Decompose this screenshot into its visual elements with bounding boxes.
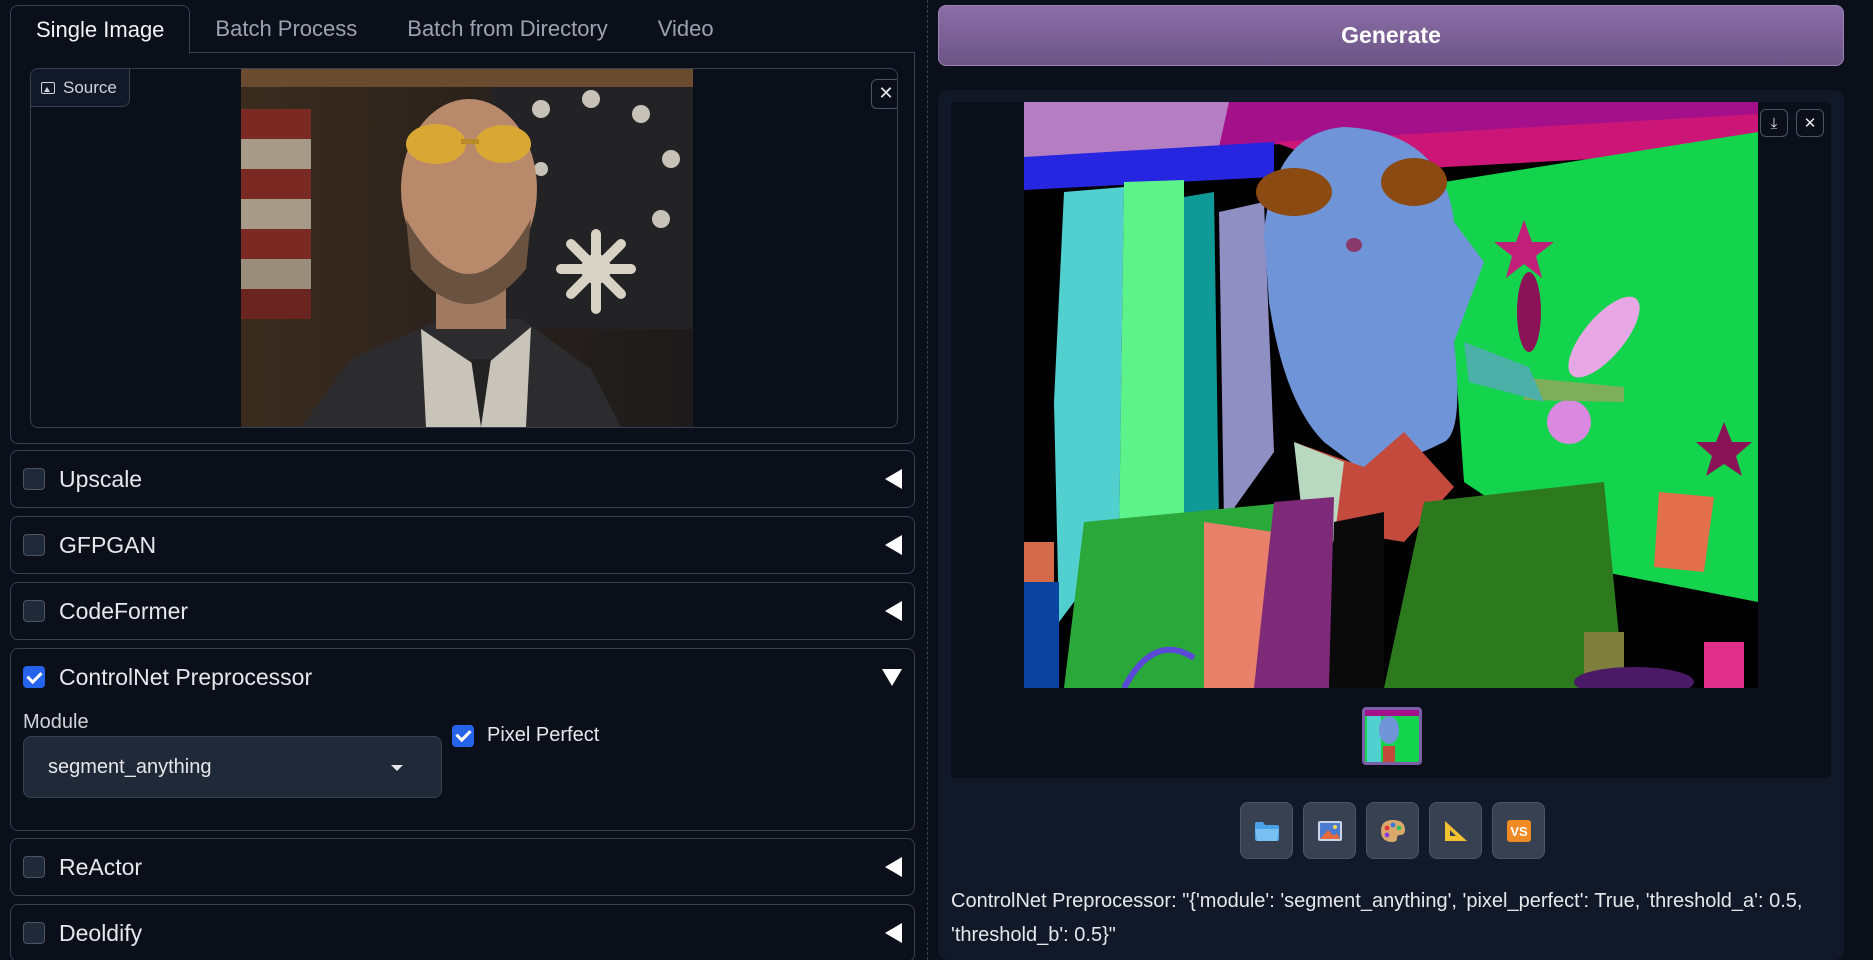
deoldify-accordion: Deoldify bbox=[10, 904, 915, 960]
reactor-label: ReActor bbox=[59, 853, 143, 880]
image-icon bbox=[1317, 820, 1342, 841]
svg-text:VS: VS bbox=[1510, 824, 1528, 839]
collapse-arrow-icon[interactable] bbox=[885, 535, 902, 555]
download-button[interactable]: ⤓ bbox=[1760, 109, 1788, 137]
reactor-checkbox[interactable] bbox=[23, 856, 45, 878]
upscale-accordion: Upscale bbox=[10, 450, 915, 508]
reactor-accordion: ReActor bbox=[10, 838, 915, 896]
send-to-extras-button[interactable] bbox=[1429, 802, 1482, 859]
tab-video[interactable]: Video bbox=[633, 5, 739, 53]
clear-image-button[interactable]: ✕ bbox=[871, 79, 897, 109]
segmentation-output-image bbox=[1024, 102, 1758, 688]
pixel-perfect-label: Pixel Perfect bbox=[487, 724, 600, 746]
collapse-arrow-icon[interactable] bbox=[885, 923, 902, 943]
upscale-checkbox[interactable] bbox=[23, 468, 45, 490]
tab-batch-process[interactable]: Batch Process bbox=[190, 5, 382, 53]
module-value: segment_anything bbox=[48, 755, 212, 778]
collapse-arrow-icon[interactable] bbox=[885, 469, 902, 489]
reactor-header[interactable]: ReActor bbox=[23, 839, 902, 895]
collapse-arrow-icon[interactable] bbox=[885, 601, 902, 621]
source-label-text: Source bbox=[63, 77, 117, 97]
codeformer-checkbox[interactable] bbox=[23, 600, 45, 622]
send-to-img2img-button[interactable] bbox=[1303, 802, 1356, 859]
open-folder-button[interactable] bbox=[1240, 802, 1293, 859]
open-vscode-button[interactable]: VS bbox=[1492, 802, 1545, 859]
deoldify-label: Deoldify bbox=[59, 919, 143, 946]
codeformer-label: CodeFormer bbox=[59, 597, 189, 624]
pixel-perfect-checkbox[interactable] bbox=[452, 724, 474, 747]
generate-button[interactable]: Generate bbox=[938, 5, 1844, 66]
source-image-upload[interactable]: Source ✕ bbox=[30, 68, 898, 428]
source-photo bbox=[241, 69, 693, 427]
expand-arrow-icon[interactable] bbox=[882, 668, 902, 686]
deoldify-checkbox[interactable] bbox=[23, 922, 45, 944]
download-icon: ⤓ bbox=[1770, 114, 1778, 132]
ruler-icon bbox=[1444, 820, 1467, 841]
controlnet-checkbox[interactable] bbox=[23, 666, 45, 688]
image-icon bbox=[41, 81, 55, 94]
send-to-inpaint-button[interactable] bbox=[1366, 802, 1419, 859]
generation-info-text: ControlNet Preprocessor: "{'module': 'se… bbox=[951, 890, 1803, 946]
folder-icon bbox=[1254, 821, 1279, 841]
module-label: Module bbox=[23, 711, 89, 733]
palette-icon bbox=[1380, 819, 1405, 842]
gfpgan-label: GFPGAN bbox=[59, 531, 157, 558]
deoldify-header[interactable]: Deoldify bbox=[23, 905, 902, 960]
upscale-label: Upscale bbox=[59, 465, 143, 492]
tab-bar: Single Image Batch Process Batch from Di… bbox=[10, 5, 915, 54]
gallery-thumbnail[interactable] bbox=[1362, 707, 1422, 765]
close-icon: ✕ bbox=[1803, 115, 1817, 132]
upscale-header[interactable]: Upscale bbox=[23, 451, 902, 507]
gfpgan-accordion: GFPGAN bbox=[10, 516, 915, 574]
single-image-panel: Source ✕ bbox=[10, 52, 915, 444]
codeformer-accordion: CodeFormer bbox=[10, 582, 915, 640]
gfpgan-checkbox[interactable] bbox=[23, 534, 45, 556]
pixel-perfect-option: Pixel Perfect bbox=[452, 724, 599, 747]
column-divider bbox=[927, 0, 928, 960]
tab-batch-from-directory[interactable]: Batch from Directory bbox=[382, 5, 633, 53]
controlnet-header[interactable]: ControlNet Preprocessor bbox=[23, 649, 902, 705]
collapse-arrow-icon[interactable] bbox=[885, 857, 902, 877]
tab-single-image[interactable]: Single Image bbox=[10, 5, 191, 54]
source-label: Source bbox=[31, 69, 130, 107]
caret-down-icon bbox=[391, 765, 403, 771]
controlnet-label: ControlNet Preprocessor bbox=[59, 663, 313, 690]
module-dropdown[interactable]: segment_anything bbox=[23, 736, 442, 798]
gfpgan-header[interactable]: GFPGAN bbox=[23, 517, 902, 573]
close-output-button[interactable]: ✕ bbox=[1796, 109, 1824, 137]
left-panel: Single Image Batch Process Batch from Di… bbox=[10, 0, 915, 960]
controlnet-accordion: ControlNet Preprocessor Module segment_a… bbox=[10, 648, 915, 831]
codeformer-header[interactable]: CodeFormer bbox=[23, 583, 902, 639]
vscode-icon: VS bbox=[1506, 819, 1531, 842]
